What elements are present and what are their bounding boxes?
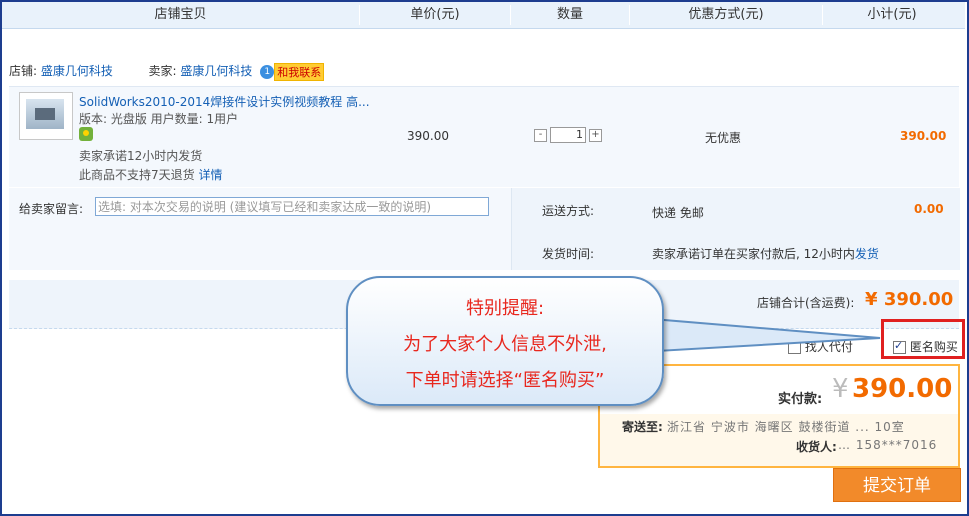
callout-title: 特别提醒: <box>465 298 545 319</box>
callout-line-3: 下单时请选择“匿名购买” <box>405 370 605 391</box>
reminder-callout: 特别提醒: 为了大家个人信息不外泄, 下单时请选择“匿名购买” <box>346 276 664 406</box>
callout-pointer <box>639 316 881 354</box>
callout-line-2: 为了大家个人信息不外泄, <box>403 334 607 355</box>
